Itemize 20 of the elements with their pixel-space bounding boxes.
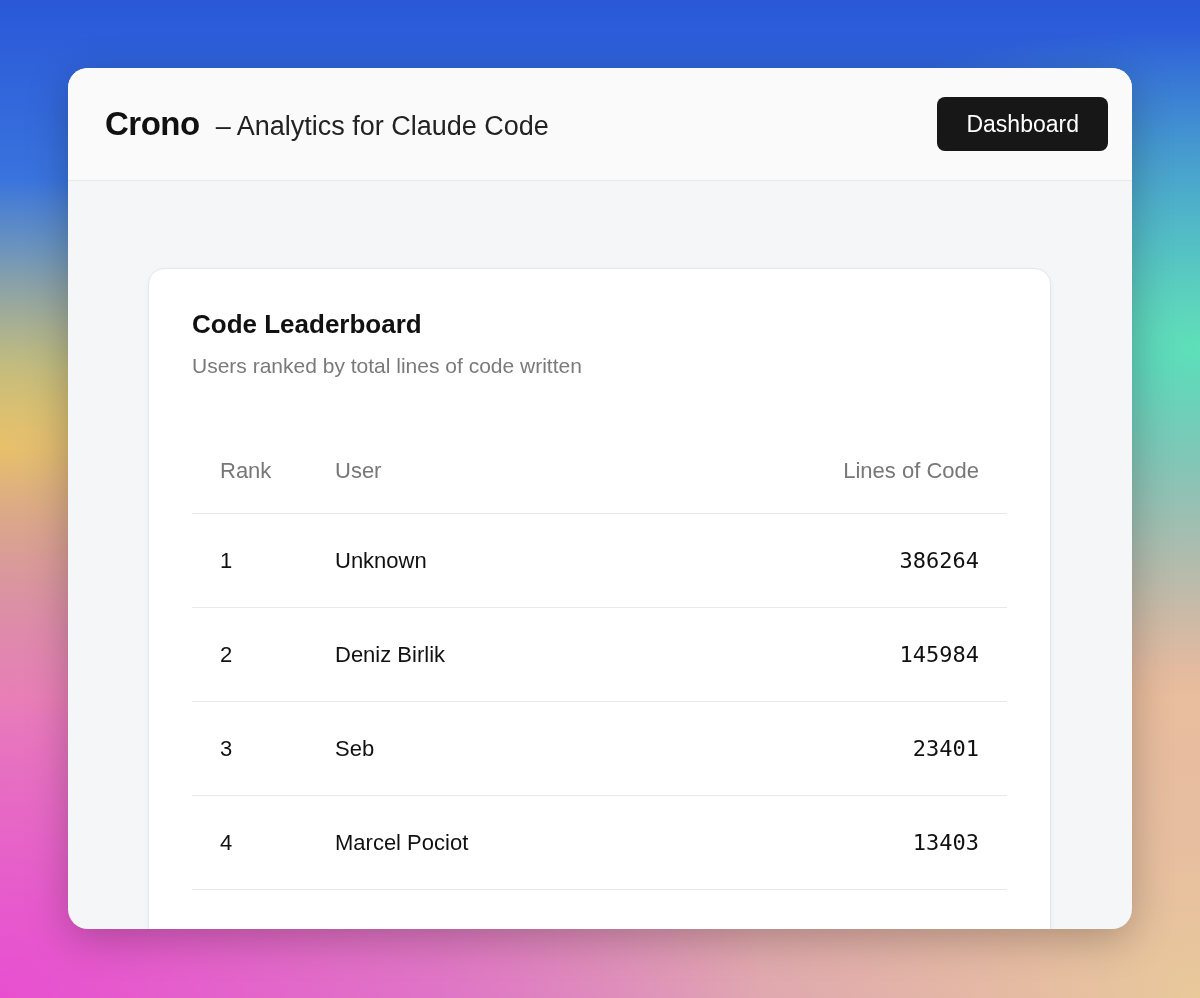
- user-cell: Seb: [335, 735, 375, 761]
- lines-cell: 13403: [912, 829, 979, 855]
- rank-cell: 3: [220, 735, 233, 761]
- card-subtitle: Users ranked by total lines of code written: [192, 353, 583, 380]
- lines-cell: 386264: [899, 547, 979, 573]
- rank-cell: 4: [220, 829, 233, 855]
- lines-cell: 145984: [899, 641, 979, 667]
- app-name: Crono: [105, 104, 200, 145]
- dashboard-button[interactable]: Dashboard: [937, 96, 1108, 152]
- column-header: Lines of Code: [843, 457, 979, 483]
- column-header: User: [335, 457, 382, 483]
- user-cell: Deniz Birlik: [335, 641, 446, 667]
- user-cell: Marcel Pociot: [335, 829, 469, 855]
- rank-cell: 1: [220, 547, 233, 573]
- tagline: – Analytics for Claude Code: [215, 110, 549, 144]
- user-cell: Unknown: [335, 547, 427, 573]
- card-title: Code Leaderboard: [192, 309, 423, 341]
- lines-cell: 23401: [912, 735, 979, 761]
- rank-cell: 2: [220, 641, 233, 667]
- column-header: Rank: [220, 457, 272, 483]
